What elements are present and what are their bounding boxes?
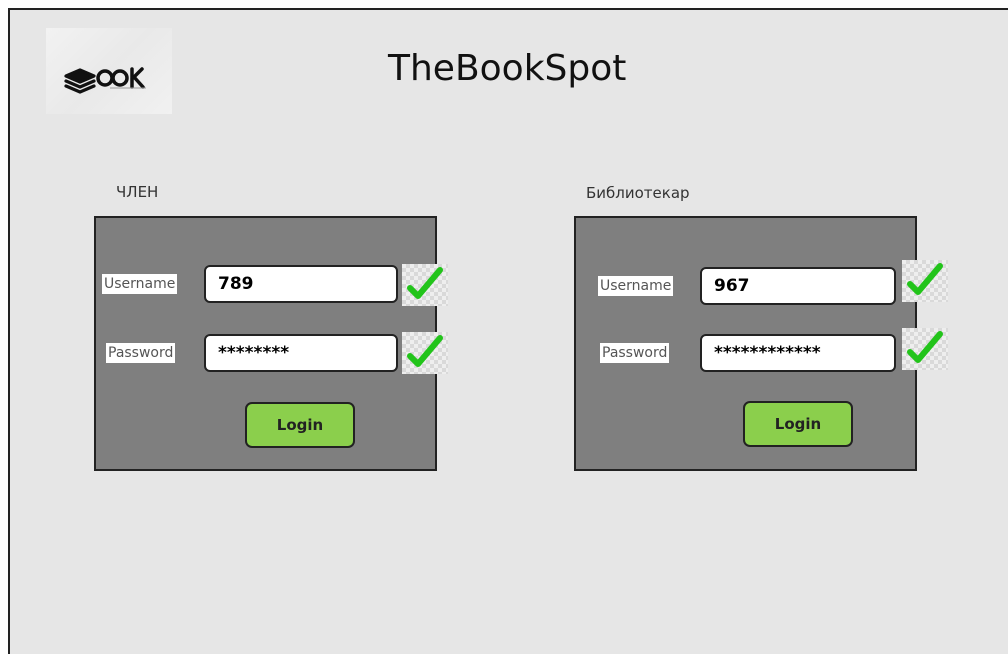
librarian-login-panel: Username 967 Password ************ Login xyxy=(574,216,948,471)
checkmark-icon xyxy=(907,263,943,295)
member-login-button[interactable]: Login xyxy=(245,402,355,448)
member-login-panel: Username 789 Password ******** Login xyxy=(94,216,448,471)
member-password-valid xyxy=(402,332,448,374)
book-stack-logo-icon xyxy=(64,67,146,94)
librarian-password-label: Password xyxy=(600,343,670,363)
member-username-valid xyxy=(402,264,448,306)
librarian-login-button[interactable]: Login xyxy=(743,401,853,447)
member-password-label: Password xyxy=(106,343,176,363)
member-username-input[interactable]: 789 xyxy=(204,265,398,303)
member-username-label: Username xyxy=(102,274,178,294)
librarian-password-input[interactable]: ************ xyxy=(700,334,896,372)
member-section-label: ЧЛЕН xyxy=(116,183,159,201)
checkmark-icon xyxy=(407,335,443,367)
librarian-username-input[interactable]: 967 xyxy=(700,267,896,305)
checkmark-icon xyxy=(907,331,943,363)
librarian-username-label: Username xyxy=(598,276,674,296)
app-logo xyxy=(46,28,172,114)
librarian-username-valid xyxy=(902,260,948,302)
main-window: TheBookSpot ЧЛЕН Username 789 Password *… xyxy=(8,8,1008,654)
librarian-section-label: Библиотекар xyxy=(586,184,690,202)
member-password-input[interactable]: ******** xyxy=(204,334,398,372)
checkmark-icon xyxy=(407,267,443,299)
librarian-password-valid xyxy=(902,328,948,370)
app-title: TheBookSpot xyxy=(388,48,627,89)
